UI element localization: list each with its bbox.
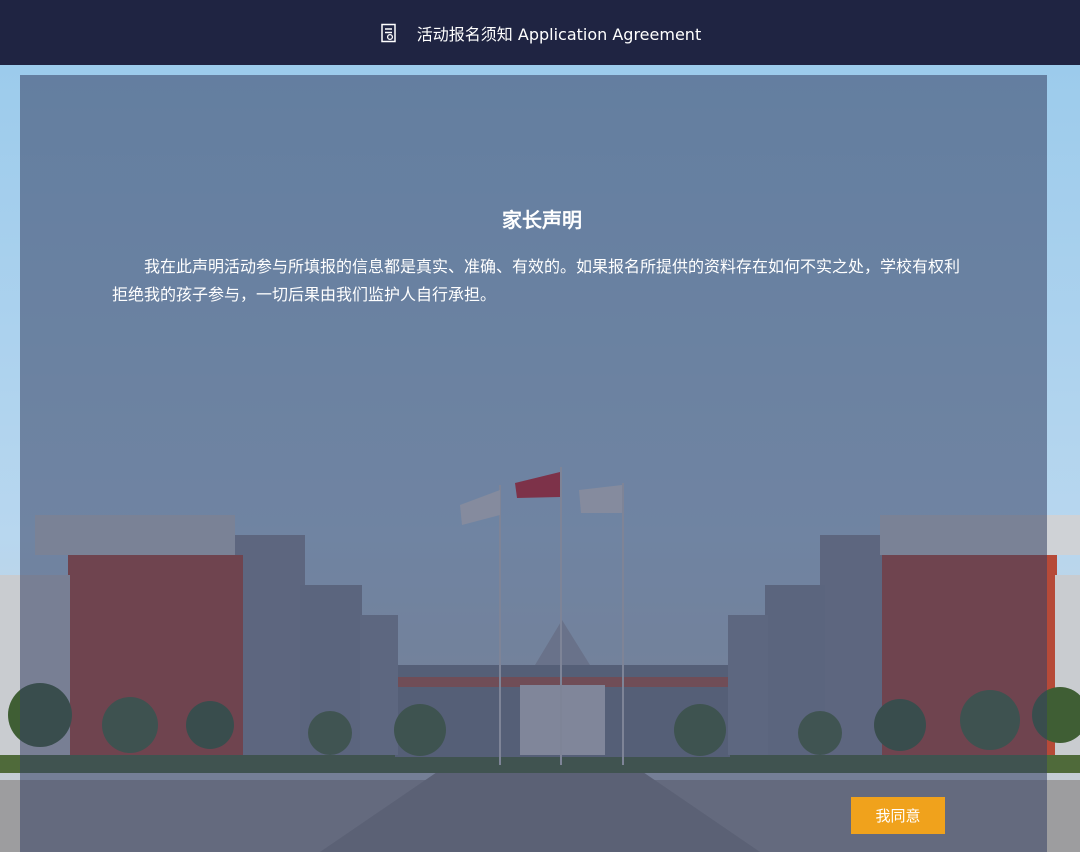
declaration-text: 我在此声明活动参与所填报的信息都是真实、准确、有效的。如果报名所提供的资料存在如…	[112, 257, 961, 304]
declaration-title: 家长声明	[502, 208, 582, 232]
parent-declaration: 家长声明 我在此声明活动参与所填报的信息都是真实、准确、有效的。如果报名所提供的…	[112, 200, 972, 309]
header-bar: 活动报名须知 Application Agreement	[0, 0, 1080, 65]
page-title: 活动报名须知 Application Agreement	[416, 24, 702, 44]
agree-button[interactable]: 我同意	[851, 797, 945, 834]
content-overlay	[20, 75, 1047, 852]
document-icon	[379, 23, 399, 43]
